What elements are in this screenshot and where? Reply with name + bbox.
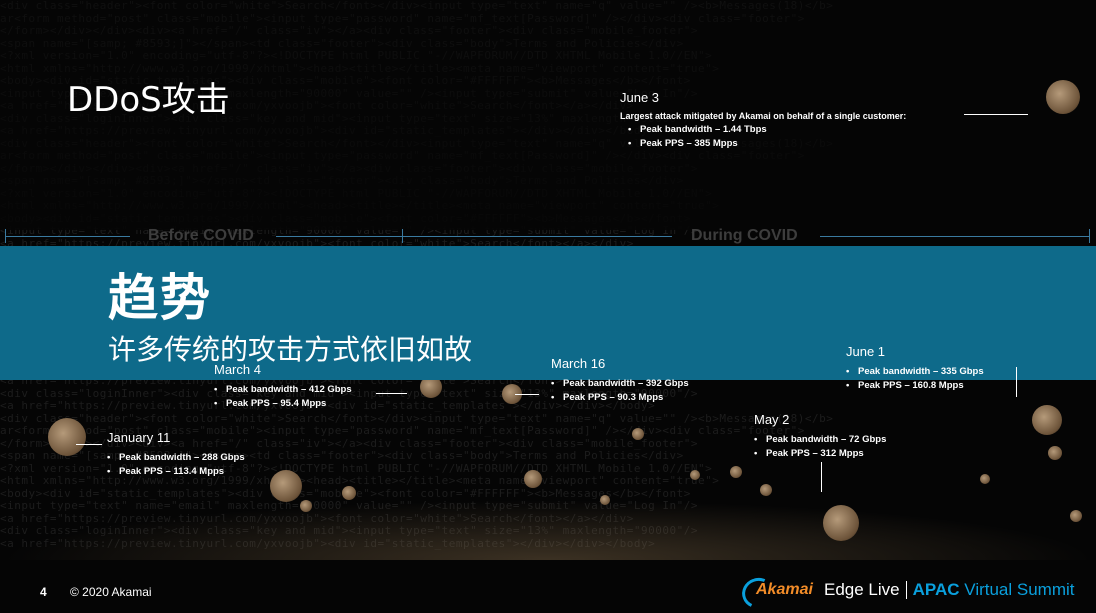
slide-title: DDoS攻击 (67, 80, 230, 120)
akamai-logo: Akamai (737, 573, 814, 613)
event-connector (1016, 367, 1017, 397)
event-pps: Peak PPS – 385 Mpps (628, 137, 906, 151)
event-date: March 4 (214, 362, 261, 377)
event-connector (76, 444, 102, 445)
bokeh-light (730, 466, 742, 478)
event-june-3: June 3 Largest attack mitigated by Akama… (620, 90, 906, 151)
event-date: May 2 (754, 412, 790, 427)
akamai-wordmark: Akamai (756, 581, 813, 598)
event-date: June 1 (846, 344, 886, 359)
timeline-before-left (5, 236, 130, 237)
event-date: June 3 (620, 90, 660, 105)
bokeh-light (600, 495, 610, 505)
period-before-covid: Before COVID (148, 227, 254, 244)
event-connector (821, 462, 822, 492)
timeline-during-left (402, 236, 672, 237)
summit-region: APAC (912, 580, 960, 599)
brand-divider (905, 581, 907, 599)
event-march-16: March 16 Peak bandwidth – 392 Gbps Peak … (551, 356, 689, 405)
bokeh-light (632, 428, 644, 440)
event-stats: Peak bandwidth – 412 Gbps Peak PPS – 95.… (214, 383, 352, 411)
event-june-1: June 1 Peak bandwidth – 335 Gbps Peak PP… (846, 344, 984, 393)
event-bandwidth: Peak bandwidth – 335 Gbps (846, 365, 984, 379)
event-description: Largest attack mitigated by Akamai on be… (620, 111, 907, 121)
event-stats: Peak bandwidth – 72 Gbps Peak PPS – 312 … (754, 433, 886, 461)
event-branding: Akamai Edge Live APAC Virtual Summit (737, 573, 1075, 613)
bokeh-light (300, 500, 312, 512)
summit-label: APAC Virtual Summit (913, 580, 1075, 600)
event-bandwidth: Peak bandwidth – 392 Gbps (551, 377, 689, 391)
bokeh-light (1032, 405, 1062, 435)
banner-title: 趋势 (108, 269, 212, 327)
event-pps: Peak PPS – 312 Mpps (754, 447, 886, 461)
bokeh-light (1046, 80, 1080, 114)
timeline-end-tick (1089, 229, 1090, 243)
timeline-before-right (276, 236, 402, 237)
page-number: 4 (40, 585, 47, 599)
event-connector (964, 114, 1028, 115)
event-connector (515, 394, 539, 395)
event-bandwidth: Peak bandwidth – 1.44 Tbps (628, 123, 906, 137)
event-stats: Peak bandwidth – 1.44 Tbps Peak PPS – 38… (620, 123, 906, 151)
event-january-11: January 11 Peak bandwidth – 288 Gbps Pea… (107, 430, 245, 479)
event-connector (376, 393, 407, 394)
edge-live-label: Edge Live (824, 580, 900, 599)
bokeh-glow (0, 500, 1096, 560)
event-date: March 16 (551, 356, 606, 371)
bokeh-light (690, 470, 700, 480)
event-bandwidth: Peak bandwidth – 412 Gbps (214, 383, 352, 397)
event-stats: Peak bandwidth – 335 Gbps Peak PPS – 160… (846, 365, 984, 393)
bokeh-light (980, 474, 990, 484)
event-stats: Peak bandwidth – 392 Gbps Peak PPS – 90.… (551, 377, 689, 405)
event-pps: Peak PPS – 95.4 Mpps (214, 397, 352, 411)
timeline-during-right (820, 236, 1090, 237)
event-date: January 11 (107, 430, 171, 445)
event-pps: Peak PPS – 160.8 Mpps (846, 379, 984, 393)
event-bandwidth: Peak bandwidth – 72 Gbps (754, 433, 886, 447)
event-pps: Peak PPS – 113.4 Mpps (107, 465, 245, 479)
bokeh-light (270, 470, 302, 502)
period-during-covid: During COVID (691, 227, 798, 244)
summit-name: Virtual Summit (964, 580, 1075, 599)
copyright: © 2020 Akamai (70, 585, 152, 599)
event-bandwidth: Peak bandwidth – 288 Gbps (107, 451, 245, 465)
event-pps: Peak PPS – 90.3 Mpps (551, 391, 689, 405)
event-march-4: March 4 Peak bandwidth – 412 Gbps Peak P… (214, 362, 352, 411)
bokeh-light (1048, 446, 1062, 460)
bokeh-light (1070, 510, 1082, 522)
bokeh-light (524, 470, 542, 488)
event-may-2: May 2 Peak bandwidth – 72 Gbps Peak PPS … (754, 412, 886, 461)
bokeh-light (823, 505, 859, 541)
bokeh-light (342, 486, 356, 500)
bokeh-light (48, 418, 86, 456)
event-stats: Peak bandwidth – 288 Gbps Peak PPS – 113… (107, 451, 245, 479)
bokeh-light (760, 484, 772, 496)
